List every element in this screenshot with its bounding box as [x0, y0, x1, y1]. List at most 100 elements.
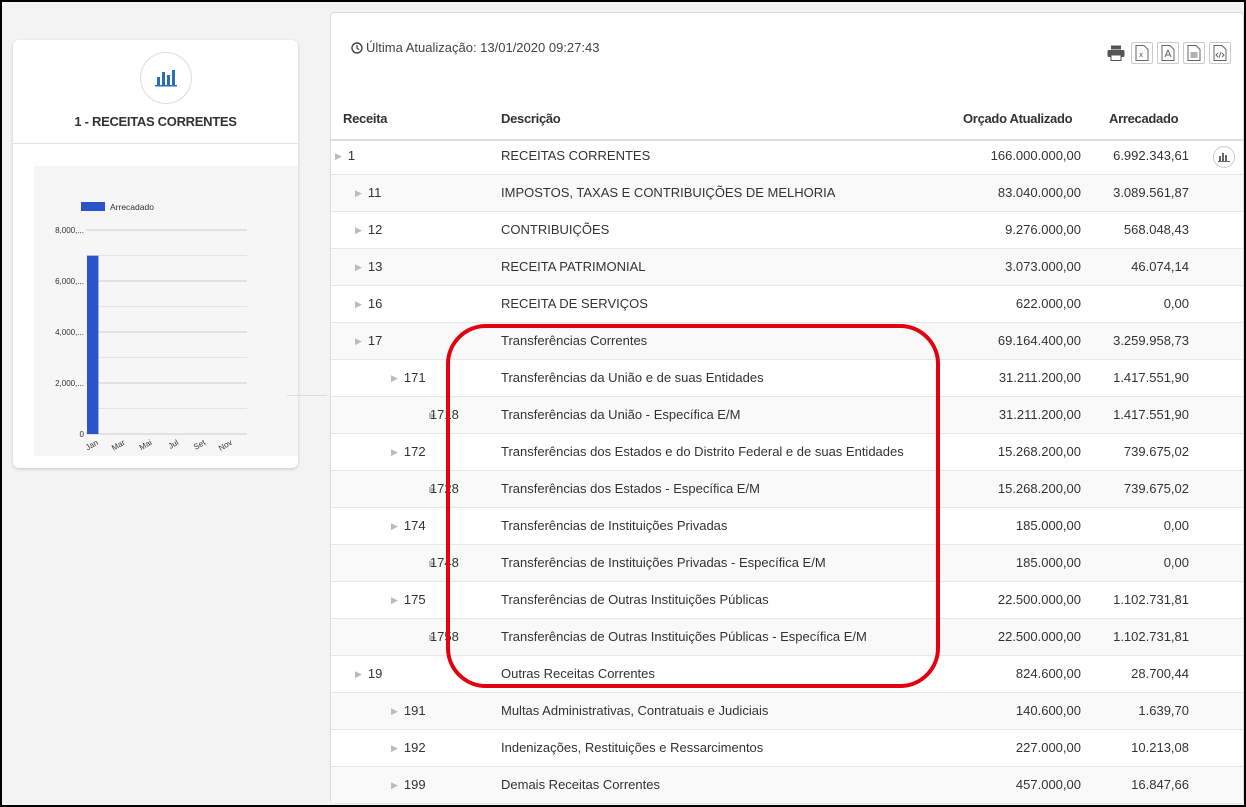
table-row[interactable]: ▶ 1728 Transferências dos Estados - Especí… [331, 471, 1243, 508]
row-arrecadado: 28.700,44 [1131, 666, 1189, 681]
expand-icon[interactable]: ▶ [391, 434, 398, 470]
expand-icon[interactable]: ▶ [391, 730, 398, 766]
code-icon[interactable] [1209, 42, 1231, 64]
row-code[interactable]: ▶ 171 [391, 360, 426, 396]
expand-icon[interactable]: ▶ [355, 323, 362, 359]
expand-icon[interactable]: ▶ [391, 582, 398, 618]
expand-icon[interactable]: ▶ [391, 360, 398, 396]
col-descricao[interactable]: Descrição [501, 101, 561, 137]
row-code[interactable]: ▶ 16 [355, 286, 382, 322]
excel-icon[interactable]: x [1131, 42, 1153, 64]
bar-chart-icon[interactable] [140, 52, 192, 104]
row-code[interactable]: ▶ 19 [355, 656, 382, 692]
table-row[interactable]: ▶ 174 Transferências de Instituições Priva… [331, 508, 1243, 545]
row-code-text: 192 [403, 740, 426, 755]
row-arrecadado: 1.102.731,81 [1113, 592, 1189, 607]
table-row[interactable]: ▶ 16 RECEITA DE SERVIÇOS 622.000,00 0,00 [331, 286, 1243, 323]
expand-icon[interactable]: ▶ [355, 175, 362, 211]
last-update-text: Última Atualização: 13/01/2020 09:27:43 [366, 40, 600, 55]
row-orcado: 622.000,00 [1015, 296, 1081, 311]
row-code[interactable]: ▶ 191 [391, 693, 426, 729]
col-orcado[interactable]: Orçado Atualizado [963, 101, 1073, 137]
y-tick-label: 4,000,... [55, 328, 84, 337]
row-orcado: 15.268.200,00 [997, 444, 1081, 459]
row-code-text: 1 [347, 148, 356, 163]
table-row[interactable]: ▶ 1718 Transferências da União - Específic… [331, 397, 1243, 434]
table-row[interactable]: ▶ 171 Transferências da União e de suas En… [331, 360, 1243, 397]
row-code[interactable]: ▶ 199 [391, 767, 426, 803]
row-arrecadado: 0,00 [1163, 555, 1189, 570]
row-code[interactable]: ▶ 11 [355, 175, 381, 211]
row-description: Transferências de Outras Instituições Pú… [501, 629, 867, 644]
row-description: Demais Receitas Correntes [501, 777, 660, 792]
table-row[interactable]: ▶ 199 Demais Receitas Correntes 457.000,00 1… [331, 767, 1243, 804]
row-code[interactable]: ▶ 1748 [429, 545, 459, 581]
expand-icon[interactable]: ▶ [391, 693, 398, 729]
print-icon[interactable] [1105, 42, 1127, 64]
row-code[interactable]: ▶ 1728 [429, 471, 459, 507]
y-tick-label: 2,000,... [55, 379, 84, 388]
row-code[interactable]: ▶ 192 [391, 730, 426, 766]
table-row[interactable]: ▶ 191 Multas Administrativas, Contratuais … [331, 693, 1243, 730]
row-code-text: 19 [367, 666, 383, 681]
col-receita[interactable]: Receita [343, 101, 387, 137]
table-row[interactable]: ▶ 12 CONTRIBUIÇÕES 9.276.000,00 568.048,43 [331, 212, 1243, 249]
row-code-text: 1718 [429, 407, 459, 422]
row-description: RECEITA DE SERVIÇOS [501, 296, 648, 311]
row-arrecadado: 1.417.551,90 [1113, 370, 1189, 385]
table-row[interactable]: ▶ 172 Transferências dos Estados e do Dist… [331, 434, 1243, 471]
y-tick-label: 8,000,... [55, 226, 84, 235]
row-code[interactable]: ▶ 172 [391, 434, 426, 470]
x-tick-label: Nov [217, 438, 234, 453]
row-code-text: 172 [403, 444, 426, 459]
col-arrecadado[interactable]: Arrecadado [1109, 101, 1179, 137]
row-description: Transferências dos Estados e do Distrito… [501, 444, 904, 459]
row-code[interactable]: ▶ 17 [355, 323, 382, 359]
expand-icon[interactable]: ▶ [355, 249, 362, 285]
x-tick-label: Mai [138, 438, 154, 452]
row-chart-icon[interactable] [1213, 146, 1235, 168]
row-code[interactable]: ▶ 175 [391, 582, 426, 618]
row-orcado: 140.600,00 [1015, 703, 1081, 718]
row-arrecadado: 3.259.958,73 [1113, 333, 1189, 348]
bar-jan[interactable] [87, 255, 99, 434]
row-orcado: 185.000,00 [1015, 518, 1081, 533]
row-orcado: 185.000,00 [1015, 555, 1081, 570]
row-code[interactable]: ▶ 174 [391, 508, 426, 544]
row-description: CONTRIBUIÇÕES [501, 222, 610, 237]
row-code-text: 1728 [429, 481, 459, 496]
table-row[interactable]: ▶ 17 Transferências Correntes 69.164.400,00… [331, 323, 1243, 360]
document-icon[interactable] [1183, 42, 1205, 64]
row-orcado: 83.040.000,00 [997, 185, 1081, 200]
table-row[interactable]: ▶ 1 RECEITAS CORRENTES 166.000.000,00 6.992.… [331, 138, 1243, 175]
row-code[interactable]: ▶ 1 [335, 138, 355, 174]
row-arrecadado: 1.102.731,81 [1113, 629, 1189, 644]
row-code[interactable]: ▶ 13 [355, 249, 382, 285]
row-code[interactable]: ▶ 1718 [429, 397, 459, 433]
row-arrecadado: 0,00 [1163, 296, 1189, 311]
expand-icon[interactable]: ▶ [355, 286, 362, 322]
row-orcado: 31.211.200,00 [998, 370, 1081, 385]
expand-icon[interactable]: ▶ [355, 656, 362, 692]
expand-icon[interactable]: ▶ [355, 212, 362, 248]
table-row[interactable]: ▶ 1748 Transferências de Instituições Priv… [331, 545, 1243, 582]
pdf-icon[interactable] [1157, 42, 1179, 64]
table-row[interactable]: ▶ 1758 Transferências de Outras Instituiçõ… [331, 619, 1243, 656]
expand-icon[interactable]: ▶ [391, 508, 398, 544]
table-row[interactable]: ▶ 11 IMPOSTOS, TAXAS E CONTRIBUIÇÕES DE ME… [331, 175, 1243, 212]
row-code[interactable]: ▶ 1758 [429, 619, 459, 655]
expand-icon[interactable]: ▶ [391, 767, 398, 803]
row-code-text: 16 [367, 296, 383, 311]
table-row[interactable]: ▶ 13 RECEITA PATRIMONIAL 3.073.000,00 46.074… [331, 249, 1243, 286]
row-orcado: 69.164.400,00 [997, 333, 1081, 348]
row-orcado: 15.268.200,00 [997, 481, 1081, 496]
row-code[interactable]: ▶ 12 [355, 212, 382, 248]
x-tick-label: Jan [84, 438, 100, 452]
table-row[interactable]: ▶ 19 Outras Receitas Correntes 824.600,00 28… [331, 656, 1243, 693]
row-description: Transferências dos Estados - Específica … [501, 481, 760, 496]
legend-label[interactable]: Arrecadado [110, 202, 154, 212]
expand-icon[interactable]: ▶ [335, 138, 342, 174]
card-title: 1 - RECEITAS CORRENTES [74, 114, 237, 129]
table-row[interactable]: ▶ 175 Transferências de Outras Instituiçõe… [331, 582, 1243, 619]
table-row[interactable]: ▶ 192 Indenizações, Restituições e Ressarc… [331, 730, 1243, 767]
